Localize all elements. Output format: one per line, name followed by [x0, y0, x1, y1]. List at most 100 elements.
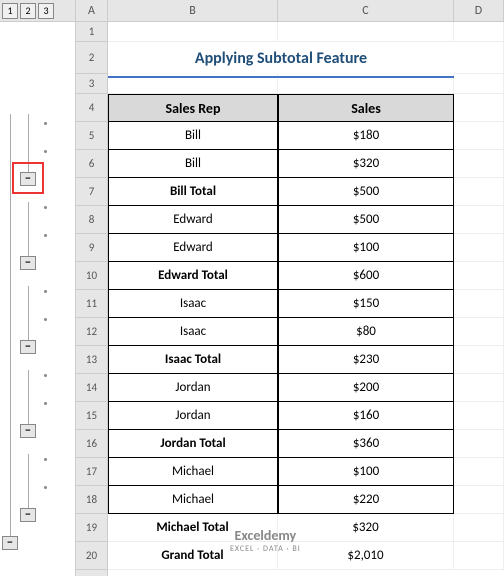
table-cell-rep[interactable]: Edward — [108, 206, 278, 234]
outline-dot — [44, 122, 47, 125]
row-header-16[interactable]: 16 — [76, 430, 107, 458]
row-header-9[interactable]: 9 — [76, 234, 107, 262]
cell-d[interactable] — [454, 318, 504, 346]
cell-grid[interactable]: Applying Subtotal Feature Sales Rep Sale… — [108, 22, 504, 576]
table-cell-subtotal-sales[interactable]: $360 — [278, 430, 454, 458]
cell-d[interactable] — [454, 486, 504, 514]
collapse-toggle-bill[interactable]: − — [20, 172, 36, 186]
table-cell-rep[interactable]: Michael — [108, 458, 278, 486]
cell-d[interactable] — [454, 150, 504, 178]
collapse-toggle-edward[interactable]: − — [20, 256, 36, 270]
cell-d[interactable] — [454, 122, 504, 150]
cell-d4[interactable] — [454, 94, 504, 122]
row-header-15[interactable]: 15 — [76, 402, 107, 430]
table-cell-subtotal-rep[interactable]: Michael Total — [108, 514, 278, 542]
table-cell-subtotal-rep[interactable]: Isaac Total — [108, 346, 278, 374]
table-cell-subtotal-sales[interactable]: $600 — [278, 262, 454, 290]
col-header-a[interactable]: A — [76, 0, 108, 21]
cell-d[interactable] — [454, 374, 504, 402]
cell-d[interactable] — [454, 514, 504, 542]
cell-d[interactable] — [454, 234, 504, 262]
table-cell-rep[interactable]: Bill — [108, 150, 278, 178]
row-header-3[interactable]: 3 — [76, 74, 107, 94]
col-header-c[interactable]: C — [278, 0, 454, 21]
column-headers: A B C D — [76, 0, 504, 22]
row-header-8[interactable]: 8 — [76, 206, 107, 234]
table-cell-sales[interactable]: $80 — [278, 318, 454, 346]
table-cell-subtotal-sales[interactable]: $500 — [278, 178, 454, 206]
cell-b1[interactable] — [108, 22, 278, 42]
cell-d[interactable] — [454, 346, 504, 374]
col-header-b[interactable]: B — [108, 0, 278, 21]
table-cell-rep[interactable]: Bill — [108, 122, 278, 150]
table-cell-sales[interactable]: $500 — [278, 206, 454, 234]
collapse-toggle-isaac[interactable]: − — [20, 340, 36, 354]
row-header-11[interactable]: 11 — [76, 290, 107, 318]
table-cell-sales[interactable]: $160 — [278, 402, 454, 430]
cell-d[interactable] — [454, 290, 504, 318]
table-cell-subtotal-sales[interactable]: $320 — [278, 514, 454, 542]
cell-d2[interactable] — [454, 42, 504, 74]
col-header-d[interactable]: D — [454, 0, 504, 21]
row-header-5[interactable]: 5 — [76, 122, 107, 150]
cell-c1[interactable] — [278, 22, 454, 42]
row-header-18[interactable]: 18 — [76, 486, 107, 514]
outline-level-1[interactable]: 1 — [2, 3, 18, 19]
row-headers: 1 2 3 4 5 6 7 8 9 10 11 12 13 14 15 16 1… — [76, 22, 108, 576]
table-cell-rep[interactable]: Isaac — [108, 290, 278, 318]
table-cell-rep[interactable]: Isaac — [108, 318, 278, 346]
outline-level-2[interactable]: 2 — [20, 3, 36, 19]
title-underline — [108, 76, 454, 78]
row-header-4[interactable]: 4 — [76, 94, 107, 122]
cell-d[interactable] — [454, 178, 504, 206]
cell-d1[interactable] — [454, 22, 504, 42]
row-header-13[interactable]: 13 — [76, 346, 107, 374]
cell-d[interactable] — [454, 262, 504, 290]
row-header-12[interactable]: 12 — [76, 318, 107, 346]
outline-area: − − − − − − — [0, 22, 76, 576]
collapse-toggle-michael[interactable]: − — [20, 508, 36, 522]
table-cell-grand-rep[interactable]: Grand Total — [108, 542, 278, 570]
outline-dot — [44, 234, 47, 237]
row-header-20[interactable]: 20 — [76, 542, 107, 570]
collapse-toggle-jordan[interactable]: − — [20, 424, 36, 438]
table-cell-subtotal-rep[interactable]: Jordan Total — [108, 430, 278, 458]
page-title[interactable]: Applying Subtotal Feature — [108, 42, 454, 74]
outline-dot — [44, 206, 47, 209]
table-cell-sales[interactable]: $220 — [278, 486, 454, 514]
table-cell-subtotal-rep[interactable]: Bill Total — [108, 178, 278, 206]
table-cell-sales[interactable]: $320 — [278, 150, 454, 178]
table-cell-rep[interactable]: Jordan — [108, 402, 278, 430]
collapse-toggle-grand[interactable]: − — [2, 536, 18, 550]
cell-d3[interactable] — [454, 74, 504, 94]
outline-level-3[interactable]: 3 — [38, 3, 54, 19]
table-cell-sales[interactable]: $180 — [278, 122, 454, 150]
table-header-sales[interactable]: Sales — [278, 94, 454, 122]
table-cell-sales[interactable]: $100 — [278, 458, 454, 486]
row-header-17[interactable]: 17 — [76, 458, 107, 486]
row-header-14[interactable]: 14 — [76, 374, 107, 402]
table-header-rep[interactable]: Sales Rep — [108, 94, 278, 122]
row-header-2[interactable]: 2 — [76, 42, 107, 74]
table-cell-subtotal-rep[interactable]: Edward Total — [108, 262, 278, 290]
table-cell-sales[interactable]: $150 — [278, 290, 454, 318]
table-cell-subtotal-sales[interactable]: $230 — [278, 346, 454, 374]
outline-dot — [44, 290, 47, 293]
cell-d[interactable] — [454, 430, 504, 458]
table-cell-rep[interactable]: Michael — [108, 486, 278, 514]
cell-d[interactable] — [454, 206, 504, 234]
cell-d[interactable] — [454, 402, 504, 430]
cell-d[interactable] — [454, 542, 504, 570]
row-header-6[interactable]: 6 — [76, 150, 107, 178]
table-cell-rep[interactable]: Edward — [108, 234, 278, 262]
table-cell-sales[interactable]: $200 — [278, 374, 454, 402]
row-header-10[interactable]: 10 — [76, 262, 107, 290]
outline-dot — [44, 402, 47, 405]
row-header-19[interactable]: 19 — [76, 514, 107, 542]
row-header-1[interactable]: 1 — [76, 22, 107, 42]
row-header-7[interactable]: 7 — [76, 178, 107, 206]
table-cell-grand-sales[interactable]: $2,010 — [278, 542, 454, 570]
table-cell-sales[interactable]: $100 — [278, 234, 454, 262]
cell-d[interactable] — [454, 458, 504, 486]
table-cell-rep[interactable]: Jordan — [108, 374, 278, 402]
